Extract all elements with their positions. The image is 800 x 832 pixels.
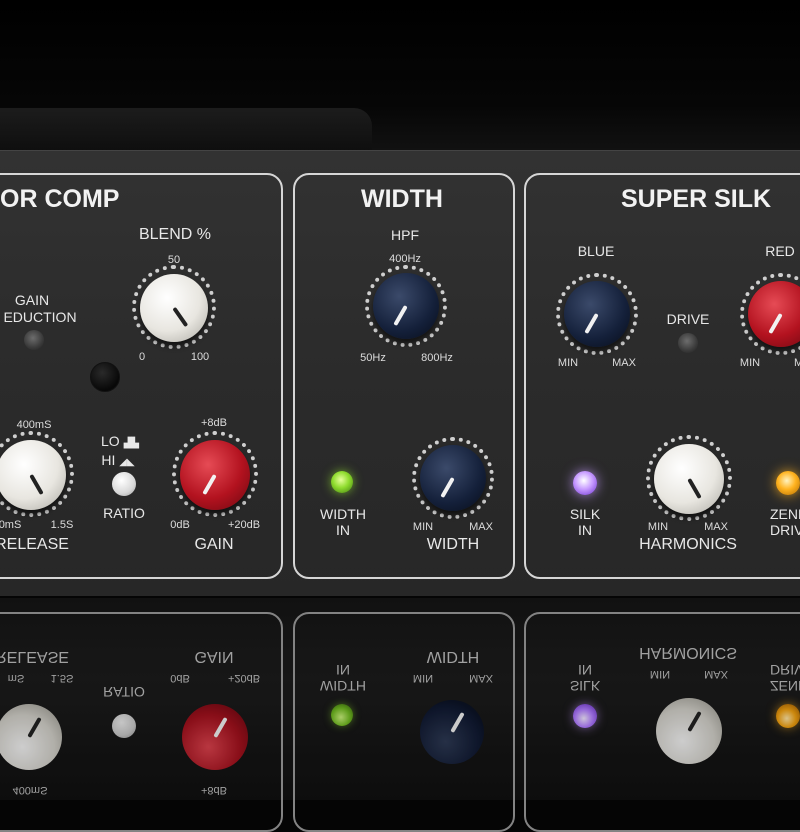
harmonics-max-label: MAX <box>704 521 728 533</box>
width-min-label: MIN <box>412 521 434 533</box>
reflection-harm-max: MAX <box>704 668 728 680</box>
hpf-knob[interactable] <box>373 273 439 339</box>
release-label: RELEASE <box>0 536 69 553</box>
ratio-hi-label: HI ◢◣ <box>101 452 134 471</box>
ratio-button[interactable] <box>112 472 136 496</box>
reflection-gain-knob <box>182 704 248 770</box>
red-label: RED <box>765 243 795 259</box>
zener-drive-led[interactable] <box>776 471 800 495</box>
gain-knob[interactable] <box>180 440 250 510</box>
gain-reduction-label-2: EDUCTION <box>3 309 77 325</box>
reflection-silk-led <box>573 704 597 728</box>
reflection-width-max: MAX <box>469 672 493 684</box>
reflection-width-label: WIDTH <box>426 648 480 665</box>
ratio-hi-icon: ◢◣ <box>119 457 135 468</box>
gain-max-label: +20dB <box>227 519 261 531</box>
reflection-release-max: 1.5S <box>50 672 74 684</box>
blue-label: BLUE <box>577 243 615 259</box>
width-in-label-2: IN <box>336 522 350 538</box>
drive-led <box>678 333 698 353</box>
gain-reduction-label: GAIN <box>14 292 50 308</box>
width-knob-label: WIDTH <box>426 536 480 553</box>
reflection-width-min: MIN <box>412 672 434 684</box>
faceplate: OR COMP BLEND % 50 0 100 GAIN EDUCTION 4… <box>0 150 800 596</box>
reflection-zener-led <box>776 704 800 728</box>
ratio-hi-text: HI <box>101 452 116 468</box>
reflection-harmonics-knob <box>656 698 722 764</box>
reflection-harm-min: MIN <box>649 668 671 680</box>
reflection-drive-2: ZENE <box>770 678 800 694</box>
width-in-label: WIDTH <box>320 506 366 522</box>
width-in-led[interactable] <box>331 471 353 493</box>
reflection-width-in-led <box>331 704 353 726</box>
drive-label: DRIVE <box>666 311 710 327</box>
zener-drive-label: ZENE <box>770 506 800 522</box>
reflection-width-in-1: IN <box>336 662 350 678</box>
reflection-gain-max: +20dB <box>227 672 261 684</box>
reflection-harmonics-label: HARMONICS <box>639 644 737 661</box>
ratio-label: RATIO <box>103 505 145 521</box>
comp-panel: OR COMP BLEND % 50 0 100 GAIN EDUCTION 4… <box>0 173 283 579</box>
reflection-width-knob <box>420 700 484 764</box>
width-panel: WIDTH HPF 400Hz 50Hz 800Hz WIDTH IN MIN … <box>293 173 515 579</box>
release-max-label: 1.5S <box>50 519 74 531</box>
reflection-gain-top: +8dB <box>201 784 227 796</box>
blend-label: BLEND % <box>138 226 212 243</box>
gain-top-label: +8dB <box>201 417 227 429</box>
harmonics-label: HARMONICS <box>639 536 737 553</box>
width-knob[interactable] <box>420 445 486 511</box>
blend-max-label: 100 <box>190 351 210 363</box>
silk-panel: SUPER SILK BLUE MIN MAX DRIVE RED MIN M … <box>524 173 800 579</box>
blend-min-label: 0 <box>138 351 146 363</box>
panel-screw <box>90 362 120 392</box>
comp-title: OR COMP <box>0 185 120 213</box>
harmonics-knob[interactable] <box>654 444 724 514</box>
blue-max-label: MAX <box>612 357 636 369</box>
blue-min-label: MIN <box>557 357 579 369</box>
gain-min-label: 0dB <box>170 519 190 531</box>
hpf-min-label: 50Hz <box>360 352 386 364</box>
blend-knob[interactable] <box>140 274 208 342</box>
reflection-silk-1: IN <box>578 662 592 678</box>
gain-reduction-led <box>24 330 44 350</box>
ratio-lo-label: LO ▟▙ <box>101 433 139 452</box>
silk-in-label: SILK <box>569 506 601 522</box>
silk-title: SUPER SILK <box>621 185 772 213</box>
silk-in-led[interactable] <box>573 471 597 495</box>
reflection-width-in-2: WIDTH <box>320 678 366 694</box>
reflection-gain-min: 0dB <box>170 672 190 684</box>
reflection-ratio-button <box>112 714 136 738</box>
red-max-label: M <box>794 357 800 369</box>
hpf-max-label: 800Hz <box>421 352 453 364</box>
reflection-width-panel: IN WIDTH WIDTH MIN MAX <box>293 612 515 832</box>
reflection-gain-label: GAIN <box>194 648 234 665</box>
reflection-silk-panel: IN SILK HARMONICS MIN MAX DRIV ZENE <box>524 612 800 832</box>
blue-knob[interactable] <box>564 281 630 347</box>
silk-in-label-2: IN <box>578 522 592 538</box>
reflection-release-label: RELEASE <box>0 648 69 665</box>
gain-label: GAIN <box>194 536 234 553</box>
reflection-drive-1: DRIV <box>770 662 800 678</box>
zener-drive-label-2: DRIV <box>770 522 800 538</box>
release-min-label: 0mS <box>0 519 22 531</box>
reflection-ratio-label: RATIO <box>103 684 145 700</box>
reflection-release-min: mS <box>7 672 25 684</box>
reflection-comp-panel: RELEASE mS 1.5S 400mS RATIO GAIN 0dB +20… <box>0 612 283 832</box>
rack-handle <box>0 108 372 152</box>
reflection-silk-2: SILK <box>569 678 601 694</box>
hpf-label: HPF <box>391 227 419 243</box>
harmonics-min-label: MIN <box>647 521 669 533</box>
reflection: RELEASE mS 1.5S 400mS RATIO GAIN 0dB +20… <box>0 598 800 832</box>
reflection-release-knob <box>0 704 62 770</box>
red-min-label: MIN <box>739 357 761 369</box>
reflection-release-top: 400mS <box>12 784 48 796</box>
width-title: WIDTH <box>361 185 443 213</box>
width-max-label: MAX <box>469 521 493 533</box>
ratio-lo-icon: ▟▙ <box>123 438 139 449</box>
ratio-lo-text: LO <box>101 433 120 449</box>
